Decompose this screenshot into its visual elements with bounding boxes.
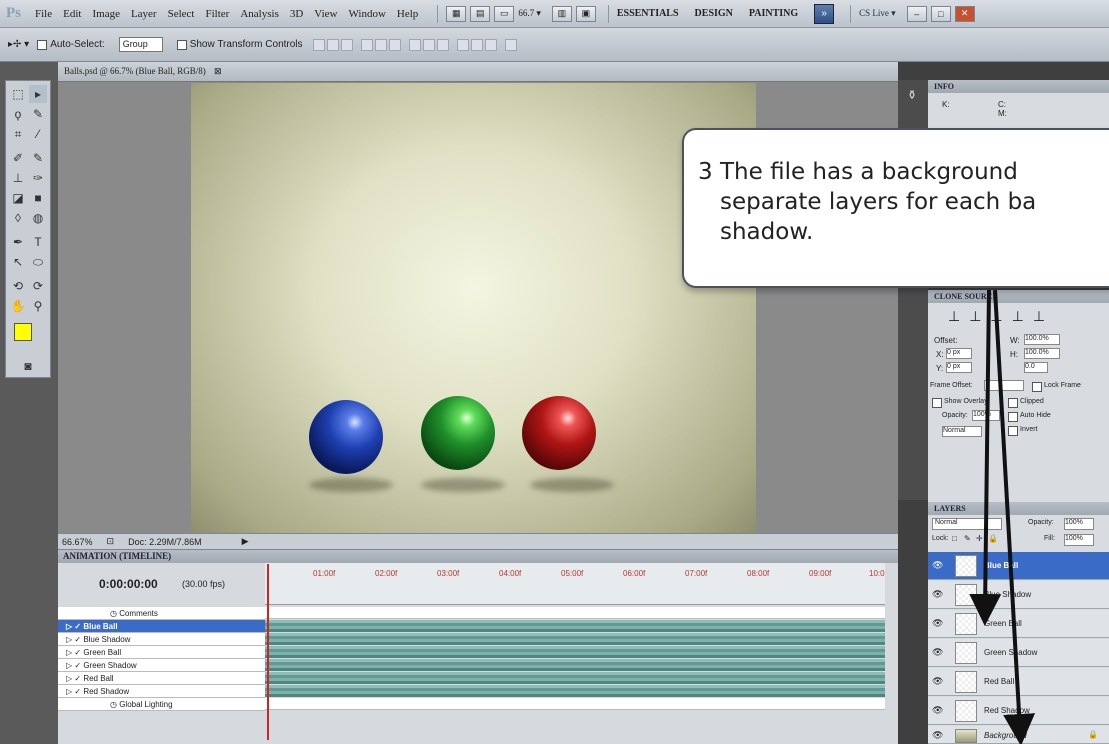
arrow-to-blue-shadow — [969, 289, 1002, 626]
callout-arrows — [969, 289, 1036, 744]
arrow-to-background — [993, 289, 1036, 744]
